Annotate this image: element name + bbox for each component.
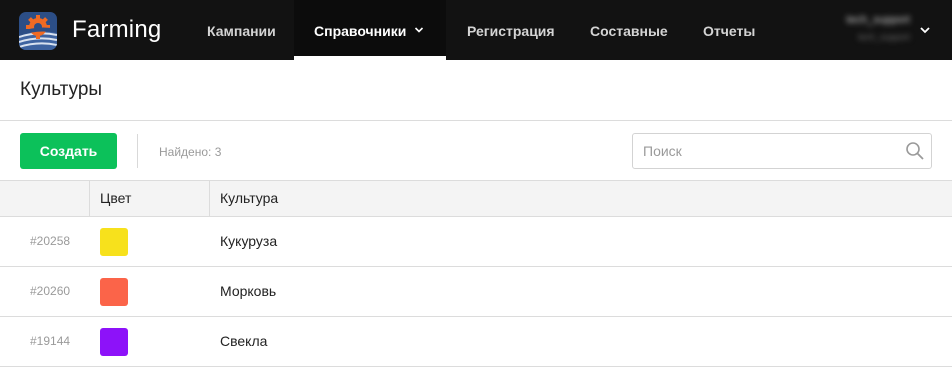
row-id: #19144 xyxy=(30,334,71,348)
table-row[interactable]: #20260 Морковь xyxy=(0,267,952,317)
color-swatch xyxy=(100,228,128,256)
nav-item-reports[interactable]: Отчеты xyxy=(703,0,755,60)
table-row[interactable]: #19144 Свекла xyxy=(0,317,952,367)
column-divider xyxy=(89,181,90,216)
color-swatch xyxy=(100,328,128,356)
nav-item-campaigns[interactable]: Кампании xyxy=(207,0,276,60)
user-name: tech_support xyxy=(846,14,910,26)
nav-item-directories[interactable]: Справочники xyxy=(294,0,446,60)
culture-name: Свекла xyxy=(220,333,268,349)
row-id: #20260 xyxy=(30,284,71,298)
app-brand-name: Farming xyxy=(72,16,162,43)
column-header-color[interactable]: Цвет xyxy=(100,181,131,216)
color-swatch xyxy=(100,278,128,306)
header-divider xyxy=(0,120,952,121)
user-subtitle: tech_support xyxy=(857,32,910,42)
search-box[interactable] xyxy=(632,133,932,169)
culture-name: Кукуруза xyxy=(220,233,278,249)
table-header: Цвет Культура xyxy=(0,180,952,217)
culture-name: Морковь xyxy=(220,283,277,299)
row-id: #20258 xyxy=(30,234,71,248)
nav-item-directories-label: Справочники xyxy=(314,23,407,39)
create-button[interactable]: Создать xyxy=(20,133,117,169)
results-count: Найдено: 3 xyxy=(159,145,222,159)
chevron-down-icon xyxy=(414,27,424,33)
table-row[interactable]: #20258 Кукуруза xyxy=(0,217,952,267)
nav-item-registration[interactable]: Регистрация xyxy=(467,0,555,60)
top-navigation-bar: Farming Кампании Справочники Регистрация… xyxy=(0,0,952,60)
column-divider xyxy=(209,181,210,216)
chevron-down-icon[interactable] xyxy=(919,25,931,35)
nav-item-composite[interactable]: Составные xyxy=(590,0,668,60)
search-input[interactable] xyxy=(643,141,893,161)
page-title: Культуры xyxy=(20,79,103,100)
toolbar-divider xyxy=(137,134,138,168)
user-menu[interactable]: tech_support tech_support xyxy=(820,12,920,48)
search-icon[interactable] xyxy=(905,141,925,161)
farming-logo-icon[interactable] xyxy=(19,12,57,50)
column-header-culture[interactable]: Культура xyxy=(220,181,278,216)
